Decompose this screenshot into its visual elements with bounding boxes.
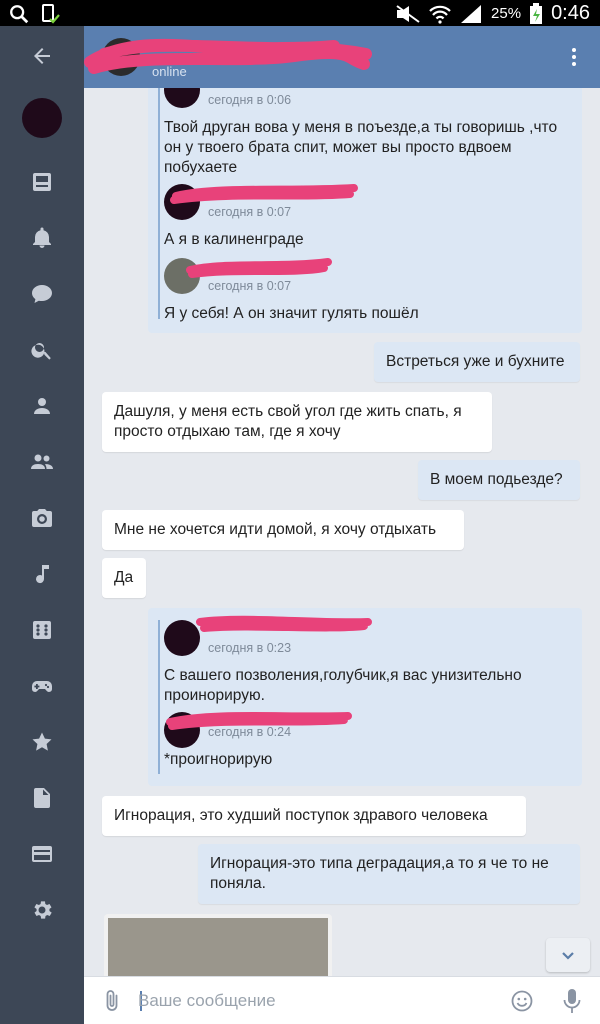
sidebar-item-apps[interactable] [0,606,84,654]
microphone-icon [563,989,581,1013]
bell-icon [33,227,51,248]
sidebar-item-settings[interactable] [0,886,84,934]
document-icon [34,788,50,808]
message-text: Дашуля, у меня есть свой угол где жить с… [114,403,462,440]
dice-icon [33,621,51,639]
sidebar-item-search[interactable] [0,326,84,374]
battery-charging-icon [530,2,543,24]
message-time: сегодня в 0:07 [208,205,292,219]
group-icon [31,454,53,469]
battery-percent: 25% [491,5,522,22]
chat-header: online [84,26,600,88]
gamepad-icon [32,681,52,692]
message-text: Игнорация-это типа деградация,а то я че … [210,855,549,892]
sidebar-item-groups[interactable] [0,438,84,486]
redaction-scribble [84,38,372,74]
incoming-message[interactable]: Мне не хочется идти домой, я хочу отдыха… [102,510,464,550]
sidebar [0,26,84,1024]
card-icon [32,846,52,862]
search-icon [10,5,29,24]
sidebar-item-documents[interactable] [0,774,84,822]
redaction-scribble [170,184,358,204]
message-text: Игнорация, это худший поступок здравого … [114,807,488,824]
sender-avatar [164,88,200,108]
forwarded-messages[interactable]: сегодня в 0:23 С вашего позволения,голуб… [148,608,582,786]
sidebar-item-photos[interactable] [0,494,84,542]
chat-icon [32,285,52,303]
attach-button[interactable] [100,989,124,1013]
mute-icon [396,4,420,23]
forwarded-messages[interactable]: сегодня в 0:06 Твой друган вова у меня в… [148,88,582,333]
message-text: Да [114,569,134,586]
sidebar-item-games[interactable] [0,662,84,710]
camera-icon [32,509,52,527]
photo-image [108,918,328,976]
forward-line [158,620,160,774]
smiley-icon [511,990,533,1012]
signal-icon [461,4,482,23]
chevron-down-icon [562,952,574,960]
message-time: сегодня в 0:06 [208,93,292,107]
emoji-button[interactable] [510,989,534,1013]
message-text: Мне не хочется идти домой, я хочу отдыха… [114,521,437,538]
device-download-icon [42,4,60,24]
sidebar-item-friends[interactable] [0,382,84,430]
message-text: С вашего позволения,голубчик,я вас унизи… [164,667,522,704]
music-icon [36,565,49,584]
photo-attachment[interactable] [104,914,332,976]
message-text: А я в калиненграде [164,231,304,248]
news-icon [33,173,51,191]
incoming-message[interactable]: Да [102,558,146,598]
sidebar-item-notifications[interactable] [0,214,84,262]
gear-icon [34,901,52,919]
back-button[interactable] [0,32,84,80]
paperclip-icon [106,990,118,1011]
person-icon [34,398,50,414]
message-list[interactable]: сегодня в 0:06 Твой друган вова у меня в… [84,88,600,976]
message-composer [84,976,600,1024]
forward-line [158,88,160,319]
status-bar: 25% 0:46 [0,0,600,26]
wifi-icon [429,5,451,24]
sidebar-item-messages[interactable] [0,270,84,318]
message-text: Я у себя! А он значит гулять пошёл [164,305,419,322]
redaction-scribble [186,258,332,278]
back-arrow-icon [34,48,50,64]
voice-record-button[interactable] [560,987,584,1015]
profile-avatar[interactable] [22,98,62,138]
message-time: сегодня в 0:24 [208,725,292,739]
more-menu-button[interactable] [564,44,584,70]
incoming-message[interactable]: Игнорация, это худший поступок здравого … [102,796,526,836]
star-icon [32,732,52,751]
sidebar-item-music[interactable] [0,550,84,598]
sidebar-item-news[interactable] [0,158,84,206]
message-text: Встреться уже и бухните [386,353,565,370]
sidebar-item-bookmarks[interactable] [0,718,84,766]
outgoing-message[interactable]: Встреться уже и бухните [374,342,580,382]
outgoing-message[interactable]: Игнорация-это типа деградация,а то я че … [198,844,580,904]
sidebar-item-payments[interactable] [0,830,84,878]
redaction-scribble [196,615,372,632]
message-time: сегодня в 0:23 [208,641,292,655]
outgoing-message[interactable]: В моем подьезде? [418,460,580,500]
message-time: сегодня в 0:07 [208,279,292,293]
message-input[interactable] [138,987,498,1015]
message-text: В моем подьезде? [430,471,563,488]
search-icon [31,343,51,360]
message-text: Твой друган вова у меня в поъезде,а ты г… [164,119,558,176]
scroll-to-bottom-button[interactable] [546,938,590,972]
message-text: *проигнорирую [164,751,273,768]
clock: 0:46 [551,2,590,24]
incoming-message[interactable]: Дашуля, у меня есть свой угол где жить с… [102,392,492,452]
